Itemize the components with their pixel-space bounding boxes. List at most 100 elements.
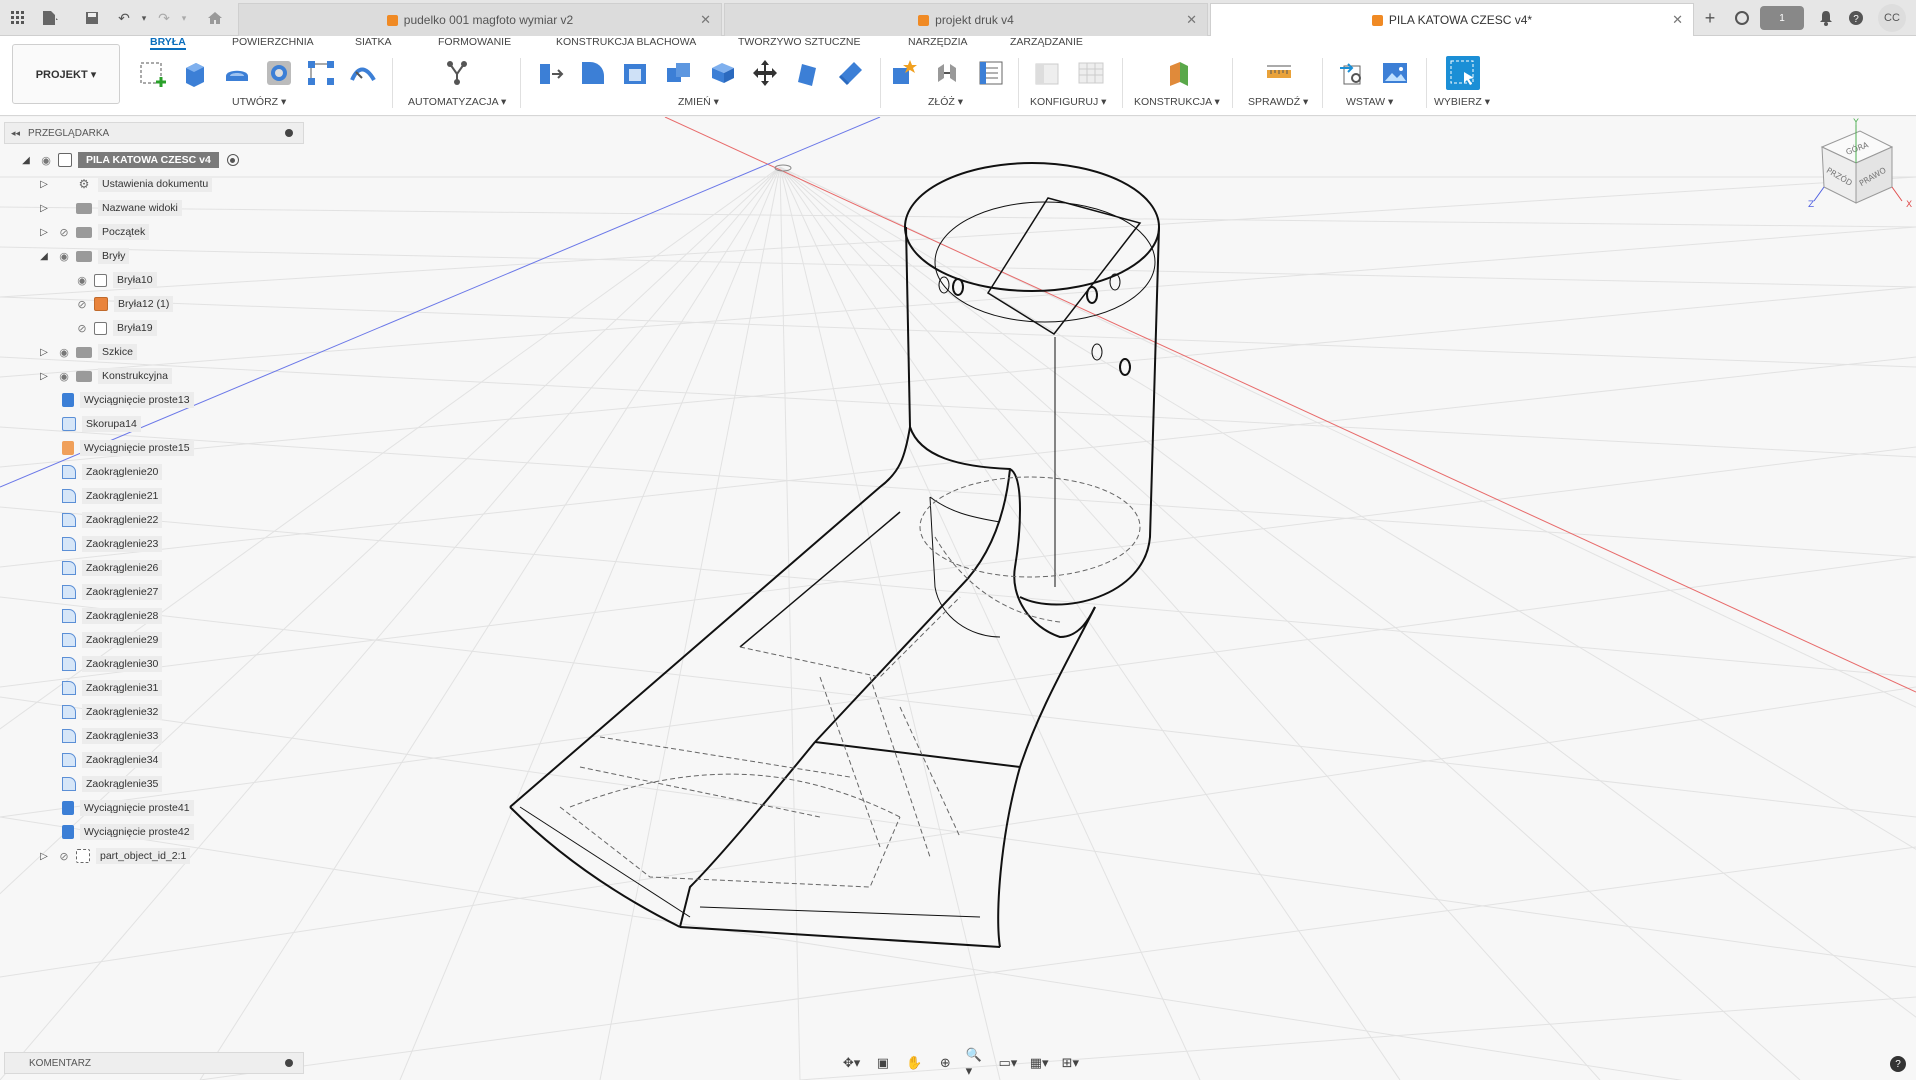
hidden-eye-icon[interactable]: ⊘ xyxy=(56,226,72,239)
group-wybierz[interactable]: WYBIERZ ▾ xyxy=(1434,96,1490,108)
shell-icon[interactable] xyxy=(618,56,652,90)
hole-icon[interactable] xyxy=(262,56,296,90)
configuration-table-icon[interactable] xyxy=(1074,56,1108,90)
tree-feature[interactable]: Zaokrąglenie26 xyxy=(62,558,163,578)
form-icon[interactable] xyxy=(346,56,380,90)
select-icon[interactable] xyxy=(1446,56,1480,90)
file-menu-icon[interactable] xyxy=(38,6,62,30)
extensions-icon[interactable] xyxy=(1730,6,1754,30)
extrude-icon[interactable] xyxy=(178,56,212,90)
model-wireframe[interactable] xyxy=(509,162,1160,948)
grid-settings-icon[interactable]: ▦▾ xyxy=(1028,1054,1050,1072)
redo-dropdown-icon[interactable]: ▾ xyxy=(172,6,196,30)
close-icon[interactable]: ✕ xyxy=(1186,12,1197,28)
expand-triangle-icon[interactable]: ▷ xyxy=(38,226,50,238)
tree-feature[interactable]: Zaokrąglenie23 xyxy=(62,534,163,554)
insert-derive-icon[interactable] xyxy=(1336,56,1370,90)
tab-bryla[interactable]: BRYŁA xyxy=(150,36,186,50)
add-comment-icon[interactable] xyxy=(285,1059,293,1067)
tree-feature[interactable]: Wyciągnięcie proste15 xyxy=(62,438,194,458)
orbit-icon[interactable]: ✥▾ xyxy=(841,1054,863,1072)
bill-of-materials-icon[interactable] xyxy=(974,56,1008,90)
close-icon[interactable]: ✕ xyxy=(1672,12,1683,28)
tree-root[interactable]: ◢ ◉ PILA KATOWA CZESC v4 xyxy=(20,150,239,170)
comments-panel[interactable]: KOMENTARZ xyxy=(4,1052,304,1074)
tree-item-named-views[interactable]: ▷ Nazwane widoki xyxy=(38,198,182,218)
display-settings-icon[interactable]: ▭▾ xyxy=(997,1054,1019,1072)
tree-item-construction[interactable]: ▷ ◉ Konstrukcyjna xyxy=(38,366,172,386)
help-circle-icon[interactable]: ? xyxy=(1890,1056,1906,1072)
automate-icon[interactable] xyxy=(440,56,474,90)
tree-feature[interactable]: Wyciągnięcie proste41 xyxy=(62,798,194,818)
group-zloz[interactable]: ZŁÓŻ ▾ xyxy=(928,96,963,108)
group-sprawdz[interactable]: SPRAWDŹ ▾ xyxy=(1248,96,1308,108)
revolve-icon[interactable] xyxy=(220,56,254,90)
app-grid-icon[interactable] xyxy=(6,6,30,30)
hidden-eye-icon[interactable]: ⊘ xyxy=(74,322,90,335)
tree-item-part-object[interactable]: ▷ ⊘ part_object_id_2:1 xyxy=(38,846,191,866)
hidden-eye-icon[interactable]: ⊘ xyxy=(74,298,90,311)
save-icon[interactable] xyxy=(80,6,104,30)
tree-item-bodies[interactable]: ◢ ◉ Bryły xyxy=(38,246,130,266)
configure-icon[interactable] xyxy=(1030,56,1064,90)
tree-item-document-settings[interactable]: ▷ ⚙ Ustawienia dokumentu xyxy=(38,174,213,194)
measure-icon[interactable] xyxy=(1262,56,1296,90)
tab-narzedzia[interactable]: NARZĘDZIA xyxy=(908,36,968,50)
split-body-icon[interactable] xyxy=(834,56,868,90)
combine-icon[interactable] xyxy=(662,56,696,90)
scale-icon[interactable] xyxy=(790,56,824,90)
collapse-panel-icon[interactable]: ◂◂ xyxy=(11,128,20,139)
new-component-icon[interactable] xyxy=(888,56,922,90)
pan-hand-icon[interactable]: ✋ xyxy=(903,1054,925,1072)
tree-feature[interactable]: Zaokrąglenie34 xyxy=(62,750,163,770)
zoom-window-icon[interactable]: 🔍▾ xyxy=(966,1047,988,1078)
viewports-icon[interactable]: ⊞▾ xyxy=(1059,1054,1081,1072)
tree-feature[interactable]: Zaokrąglenie21 xyxy=(62,486,163,506)
tab-zarzadzanie[interactable]: ZARZĄDZANIE xyxy=(1010,36,1083,50)
expand-triangle-icon[interactable]: ▷ xyxy=(38,370,50,382)
tree-feature[interactable]: Zaokrąglenie31 xyxy=(62,678,163,698)
tree-item-body19[interactable]: ⊘ Bryła19 xyxy=(74,318,157,338)
close-icon[interactable]: ✕ xyxy=(700,12,711,28)
zoom-icon[interactable]: ⊕ xyxy=(934,1054,956,1072)
tree-feature[interactable]: Wyciągnięcie proste42 xyxy=(62,822,194,842)
group-wstaw[interactable]: WSTAW ▾ xyxy=(1346,96,1393,108)
tree-feature[interactable]: Wyciągnięcie proste13 xyxy=(62,390,194,410)
visibility-eye-icon[interactable]: ◉ xyxy=(56,346,72,359)
press-pull-icon[interactable] xyxy=(532,56,566,90)
group-zmien[interactable]: ZMIEŃ ▾ xyxy=(678,96,719,108)
tab-pila-katowa[interactable]: PILA KATOWA CZESC v4* ✕ xyxy=(1210,3,1694,36)
tree-feature[interactable]: Zaokrąglenie28 xyxy=(62,606,163,626)
group-automatyzacja[interactable]: AUTOMATYZACJA ▾ xyxy=(408,96,506,108)
pin-icon[interactable] xyxy=(285,129,293,137)
tab-tworzywo-sztuczne[interactable]: TWORZYWO SZTUCZNE xyxy=(738,36,860,50)
tree-feature[interactable]: Zaokrąglenie29 xyxy=(62,630,163,650)
construction-plane-icon[interactable] xyxy=(1162,56,1196,90)
pattern-icon[interactable] xyxy=(304,56,338,90)
insert-image-icon[interactable] xyxy=(1378,56,1412,90)
tree-feature[interactable]: Zaokrąglenie33 xyxy=(62,726,163,746)
expand-triangle-icon[interactable]: ▷ xyxy=(38,850,50,862)
job-status-icon[interactable]: 1 xyxy=(1760,6,1804,30)
group-konfiguruj[interactable]: KONFIGURUJ ▾ xyxy=(1030,96,1106,108)
expand-triangle-icon[interactable]: ▷ xyxy=(38,202,50,214)
activate-radio-icon[interactable] xyxy=(226,154,239,166)
tab-projekt-druk[interactable]: projekt druk v4 ✕ xyxy=(724,3,1208,36)
new-tab-icon[interactable]: + xyxy=(1698,6,1722,30)
tab-powierzchnia[interactable]: POWIERZCHNIA xyxy=(232,36,314,50)
collapse-triangle-icon[interactable]: ◢ xyxy=(20,154,32,166)
move-icon[interactable] xyxy=(748,56,782,90)
draft-icon[interactable] xyxy=(706,56,740,90)
collapse-triangle-icon[interactable]: ◢ xyxy=(38,250,50,262)
viewcube[interactable]: GÓRA PRZÓD PRAWO Y X Z xyxy=(1808,118,1912,210)
visibility-eye-icon[interactable]: ◉ xyxy=(56,370,72,383)
tab-konstrukcja-blachowa[interactable]: KONSTRUKCJA BLACHOWA xyxy=(556,36,696,50)
tree-item-body10[interactable]: ◉ Bryła10 xyxy=(74,270,157,290)
tree-item-origin[interactable]: ▷ ⊘ Początek xyxy=(38,222,150,242)
visibility-eye-icon[interactable]: ◉ xyxy=(74,274,90,287)
tree-feature[interactable]: Zaokrąglenie30 xyxy=(62,654,163,674)
hidden-eye-icon[interactable]: ⊘ xyxy=(56,850,72,863)
joint-icon[interactable] xyxy=(930,56,964,90)
notifications-bell-icon[interactable] xyxy=(1814,6,1838,30)
tree-feature[interactable]: Zaokrąglenie32 xyxy=(62,702,163,722)
